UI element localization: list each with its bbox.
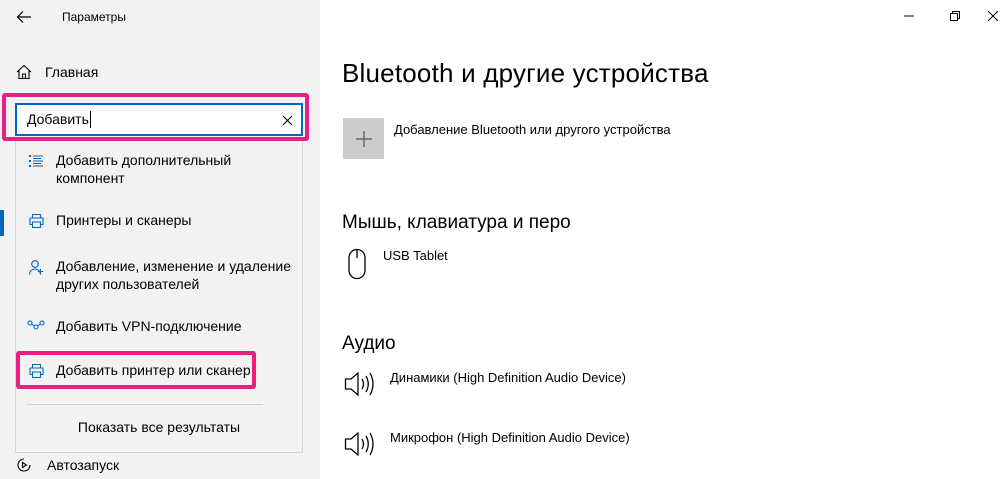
home-icon (16, 64, 32, 80)
text-caret (90, 111, 91, 128)
autoplay-icon (17, 458, 31, 472)
printer-icon (28, 213, 44, 229)
mouse-icon (348, 248, 366, 280)
show-all-results-link[interactable]: Показать все результаты (0, 419, 318, 435)
nav-autorun-label: Автозапуск (47, 457, 120, 473)
search-box[interactable] (15, 103, 303, 136)
suggestion-label: Принтеры и сканеры (56, 212, 192, 228)
suggestion-label: Добавить VPN-подключение (56, 318, 242, 334)
suggestion-label: Добавить дополнительный компонент (56, 152, 232, 186)
suggestion-item[interactable]: Добавить VPN-подключение (16, 317, 302, 335)
device-name: USB Tablet (383, 248, 448, 263)
device-item-microphone[interactable]: Микрофон (High Definition Audio Device) (344, 429, 630, 459)
restore-button[interactable] (940, 5, 970, 27)
user-add-icon (28, 260, 43, 275)
suggestion-item[interactable]: Принтеры и сканеры (16, 211, 302, 229)
list-icon (29, 155, 43, 167)
dropdown-divider (27, 404, 263, 405)
suggestion-item[interactable]: Добавить дополнительный компонент (16, 151, 302, 187)
left-pane: Параметры Главная Добавить дополнительны… (0, 0, 320, 479)
section-heading-mouse: Мышь, клавиатура и перо (342, 212, 571, 233)
nav-home[interactable]: Главная (15, 63, 98, 81)
suggestion-highlight-frame (16, 351, 256, 389)
suggestion-item[interactable]: Добавление, изменение и удаление других … (16, 257, 302, 293)
device-item-speakers[interactable]: Динамики (High Definition Audio Device) (344, 369, 626, 399)
restore-icon (950, 11, 960, 21)
close-icon (282, 115, 292, 125)
minimize-icon (904, 15, 914, 17)
app-title: Параметры (62, 10, 126, 24)
page-title: Bluetooth и другие устройства (342, 58, 709, 88)
suggestions-dropdown: Добавить дополнительный компонент Принте… (15, 141, 303, 453)
back-button[interactable] (10, 4, 38, 30)
search-input[interactable] (27, 105, 257, 134)
add-device-button[interactable] (343, 118, 384, 159)
device-item-tablet[interactable]: USB Tablet (346, 248, 448, 282)
nav-home-label: Главная (45, 64, 99, 80)
close-window-button[interactable] (978, 5, 1007, 27)
speaker-icon (344, 431, 374, 457)
selection-indicator (0, 210, 4, 236)
nav-autorun[interactable]: Автозапуск (15, 456, 119, 474)
device-name: Динамики (High Definition Audio Device) (390, 370, 626, 385)
plus-icon (355, 130, 372, 147)
close-icon (988, 11, 998, 21)
vpn-icon (27, 320, 45, 330)
speaker-icon (344, 371, 374, 397)
minimize-button[interactable] (894, 5, 924, 27)
suggestion-label: Добавление, изменение и удаление других … (56, 258, 291, 292)
back-arrow-icon (16, 11, 31, 23)
add-device-label[interactable]: Добавление Bluetooth или другого устройс… (394, 122, 671, 137)
clear-search-button[interactable] (277, 110, 297, 130)
device-name: Микрофон (High Definition Audio Device) (390, 430, 630, 445)
section-heading-audio: Аудио (342, 333, 396, 354)
